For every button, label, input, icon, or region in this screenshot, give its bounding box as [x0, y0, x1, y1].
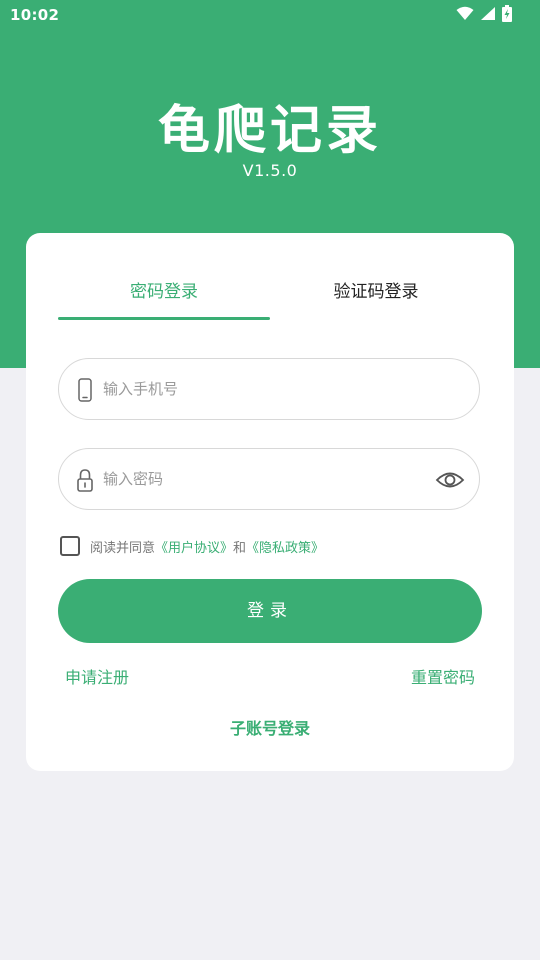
tab-sms-login[interactable]: 验证码登录: [270, 277, 482, 302]
password-input[interactable]: [103, 449, 423, 509]
eye-icon[interactable]: [435, 468, 465, 492]
phone-icon: [77, 378, 93, 402]
tab-password-login[interactable]: 密码登录: [58, 277, 270, 302]
lock-icon: [77, 468, 93, 492]
privacy-policy-link[interactable]: 《隐私政策》: [246, 541, 324, 556]
app-version: V1.5.0: [242, 161, 298, 180]
status-bar: 10:02: [0, 0, 540, 32]
signal-icon: [480, 6, 496, 21]
user-agreement-link[interactable]: 《用户协议》: [155, 541, 233, 556]
login-card: 密码登录 验证码登录 阅读并同意《用户协议》和: [26, 233, 514, 771]
login-button[interactable]: 登录: [58, 579, 482, 643]
agreement-row: 阅读并同意《用户协议》和《隐私政策》: [60, 533, 324, 559]
register-link[interactable]: 申请注册: [65, 664, 129, 688]
reset-password-link[interactable]: 重置密码: [411, 664, 475, 688]
agreement-checkbox[interactable]: [60, 536, 80, 556]
sub-account-login-link[interactable]: 子账号登录: [26, 715, 514, 739]
agreement-conjunction: 和: [233, 540, 247, 556]
agreement-text: 阅读并同意《用户协议》和《隐私政策》: [90, 537, 324, 556]
wifi-icon: [456, 6, 474, 21]
status-time: 10:02: [10, 6, 60, 24]
phone-input[interactable]: [103, 359, 423, 419]
battery-charging-icon: [502, 5, 512, 22]
app-title: 龟爬记录: [157, 101, 382, 161]
password-field[interactable]: [58, 448, 480, 510]
agreement-prefix: 阅读并同意: [90, 540, 156, 556]
status-icons: [456, 5, 512, 22]
phone-field[interactable]: [58, 358, 480, 420]
tab-active-indicator: [58, 317, 270, 320]
